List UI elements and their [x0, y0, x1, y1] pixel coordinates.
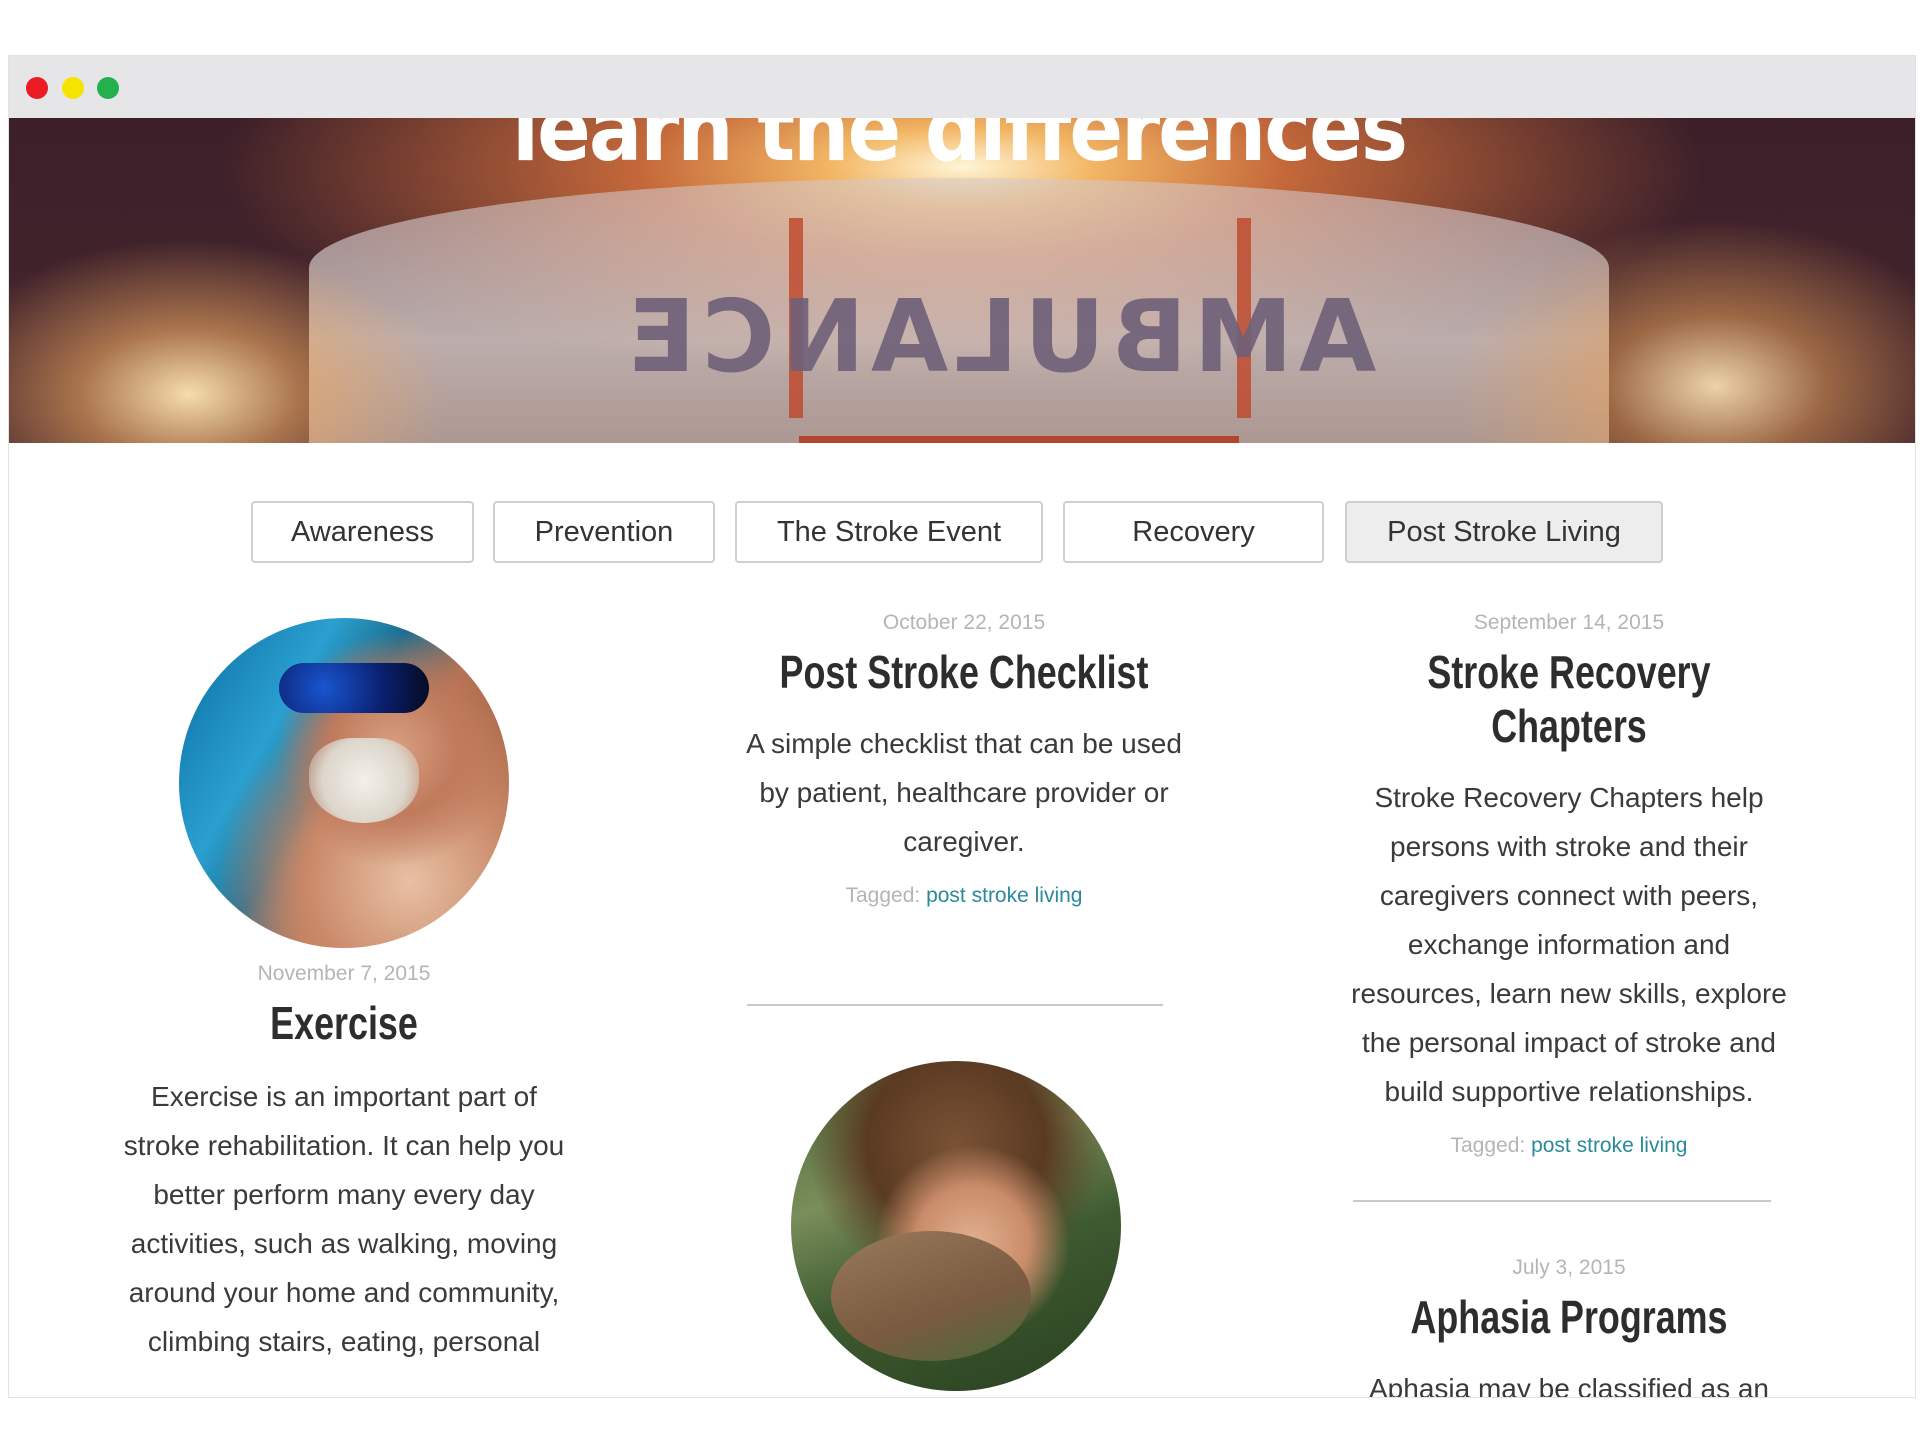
article-excerpt: A simple checklist that can be used by p… [689, 719, 1239, 866]
tagged-label: Tagged: [1450, 1134, 1526, 1157]
minimize-window-button[interactable] [62, 77, 84, 99]
excerpt-line: stroke rehabilitation. It can help you [123, 1130, 565, 1161]
article-title[interactable]: Post Stroke Checklist [750, 645, 1179, 699]
article-woman-photo[interactable] [791, 1061, 1121, 1391]
article-stroke-recovery-chapters: September 14, 2015 Stroke Recovery Chapt… [1294, 611, 1844, 1158]
article-excerpt: Aphasia may be classified as an [1369, 1373, 1769, 1398]
article-date: July 3, 2015 [1512, 1256, 1626, 1279]
browser-window: AMBULANCE learn the differences Awarenes… [8, 55, 1916, 1398]
excerpt-line: build supportive relationships. [1384, 1076, 1754, 1107]
excerpt-line: activities, such as walking, moving [130, 1228, 558, 1259]
excerpt-line: Exercise is an important part of [151, 1081, 537, 1112]
excerpt-line: climbing stairs, eating, personal [147, 1326, 541, 1357]
hero-banner: AMBULANCE learn the differences [9, 118, 1915, 443]
category-tabs: Awareness Prevention The Stroke Event Re… [9, 501, 1915, 567]
article-tags: Tagged: post stroke living [1294, 1134, 1844, 1158]
excerpt-line: A simple checklist that can be used [746, 728, 1182, 759]
article-title[interactable]: Aphasia Programs [1355, 1290, 1784, 1344]
excerpt-line: the personal impact of stroke and [1361, 1027, 1776, 1058]
article-excerpt: Exercise is an important part of stroke … [69, 1072, 619, 1366]
swimmer-goggles [279, 663, 429, 713]
article-date: October 22, 2015 [882, 611, 1046, 634]
tab-awareness[interactable]: Awareness [251, 501, 474, 563]
article-excerpt: Stroke Recovery Chapters help persons wi… [1294, 773, 1844, 1116]
swimmer-beard [309, 738, 419, 823]
excerpt-line: better perform many every day [153, 1179, 535, 1210]
ambulance-bumper-stripe [799, 436, 1239, 443]
article-title[interactable]: Stroke Recovery Chapters [1355, 645, 1784, 753]
excerpt-line: persons with stroke and their [1390, 831, 1748, 862]
window-titlebar [9, 56, 1915, 118]
headlight-glow-left [9, 238, 449, 443]
excerpt-line: Stroke Recovery Chapters help [1374, 782, 1764, 813]
article-aphasia-programs: July 3, 2015 Aphasia Programs Aphasia ma… [1294, 1256, 1844, 1398]
tag-link-post-stroke-living[interactable]: post stroke living [1531, 1134, 1687, 1157]
hero-headline: learn the differences [512, 118, 1408, 181]
headlight-glow-right [1455, 218, 1915, 443]
ambulance-lettering: AMBULANCE [621, 278, 1377, 395]
excerpt-line: around your home and community, [128, 1277, 560, 1308]
article-title[interactable]: Exercise [130, 996, 559, 1050]
article-date: November 7, 2015 [257, 962, 431, 985]
excerpt-line: exchange information and [1407, 929, 1731, 960]
article-tags: Tagged: post stroke living [689, 884, 1239, 908]
maximize-window-button[interactable] [97, 77, 119, 99]
excerpt-line: by patient, healthcare provider or [759, 777, 1169, 808]
close-window-button[interactable] [26, 77, 48, 99]
article-divider [747, 1004, 1163, 1006]
tab-the-stroke-event[interactable]: The Stroke Event [735, 501, 1043, 563]
tab-prevention[interactable]: Prevention [493, 501, 715, 563]
tag-link-post-stroke-living[interactable]: post stroke living [926, 884, 1082, 907]
excerpt-line: caregiver. [903, 826, 1025, 857]
excerpt-line: resources, learn new skills, explore [1351, 978, 1787, 1009]
article-post-stroke-checklist: October 22, 2015 Post Stroke Checklist A… [689, 611, 1239, 908]
woman-scarf [831, 1231, 1031, 1361]
article-divider [1353, 1200, 1771, 1202]
tagged-label: Tagged: [845, 884, 921, 907]
article-date: September 14, 2015 [1473, 611, 1665, 634]
tab-recovery[interactable]: Recovery [1063, 501, 1324, 563]
tab-post-stroke-living[interactable]: Post Stroke Living [1345, 501, 1663, 563]
article-exercise: November 7, 2015 Exercise Exercise is an… [69, 962, 619, 1366]
excerpt-line: caregivers connect with peers, [1379, 880, 1759, 911]
exercise-swimmer-photo[interactable] [179, 618, 509, 948]
